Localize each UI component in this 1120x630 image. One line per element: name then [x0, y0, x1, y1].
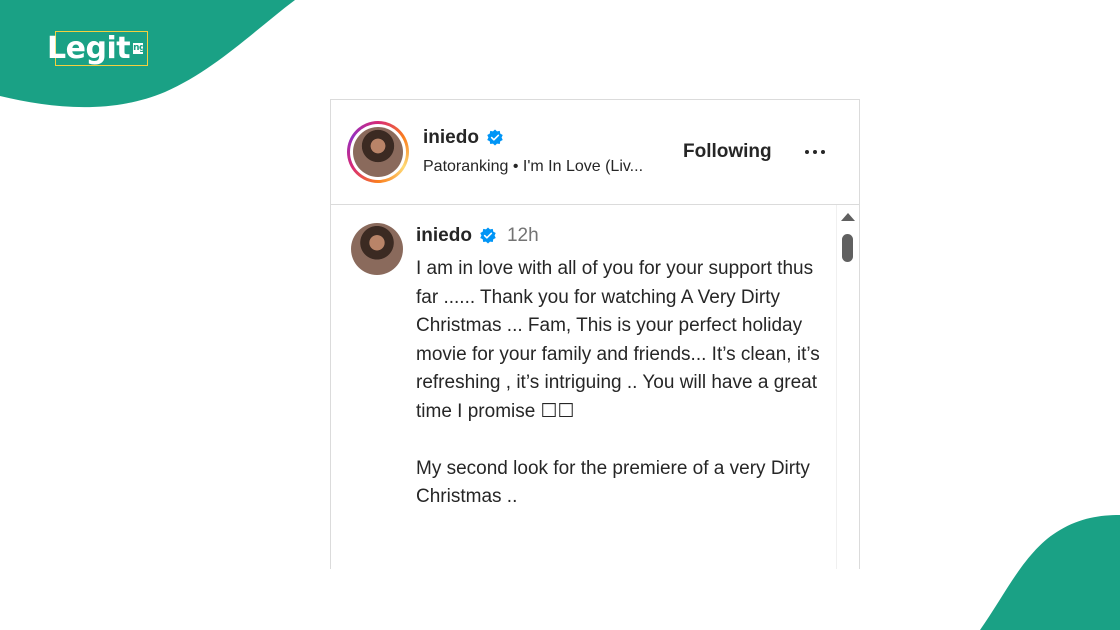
comment-avatar[interactable]: [351, 223, 403, 275]
logo-text: Legit: [47, 30, 131, 66]
brand-shape-bottom-right: [980, 515, 1120, 630]
avatar-image: [353, 127, 403, 177]
post-author[interactable]: iniedo: [423, 127, 504, 149]
logo-suffix: ng: [133, 42, 145, 54]
brand-shape-top-left: [0, 0, 295, 108]
caption-comment: iniedo 12h I am in love with all of you …: [331, 205, 836, 569]
scrollbar[interactable]: [836, 205, 859, 569]
audio-track-label[interactable]: Patoranking • I'm In Love (Liv...: [423, 158, 643, 176]
dot: [821, 150, 825, 154]
dot: [805, 150, 809, 154]
comment-text: I am in love with all of you for your su…: [416, 258, 820, 507]
comment-timestamp[interactable]: 12h: [507, 225, 539, 247]
verified-badge-icon: [487, 129, 503, 146]
avatar-ring-gap: [350, 124, 406, 180]
comment-username[interactable]: iniedo: [416, 225, 472, 247]
legit-logo[interactable]: Legit ng: [47, 30, 145, 66]
scroll-up-arrow-icon[interactable]: [841, 213, 855, 221]
more-options-icon[interactable]: [799, 140, 831, 164]
following-button[interactable]: Following: [683, 141, 772, 163]
post-header: iniedo Patoranking • I'm In Love (Liv...…: [331, 100, 859, 205]
post-author-username[interactable]: iniedo: [423, 127, 479, 149]
dot: [813, 150, 817, 154]
verified-badge-icon: [480, 227, 496, 244]
story-avatar[interactable]: [347, 121, 409, 183]
instagram-post-card: iniedo Patoranking • I'm In Love (Liv...…: [330, 99, 860, 569]
comment-header: iniedo 12h: [416, 225, 539, 247]
scrollbar-thumb[interactable]: [842, 234, 853, 262]
